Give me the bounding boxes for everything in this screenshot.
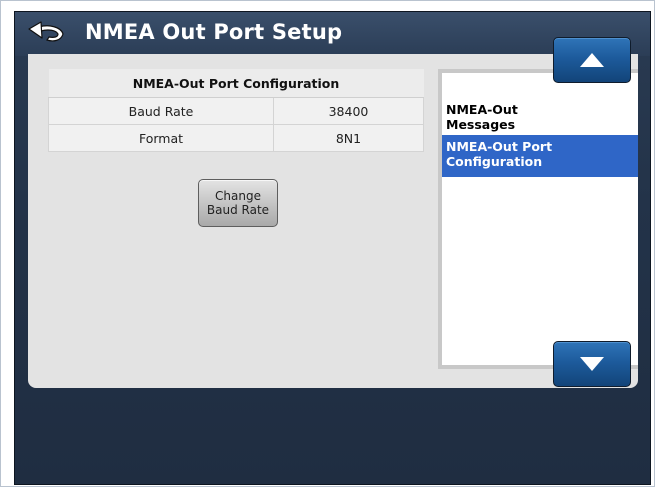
page-title: NMEA Out Port Setup xyxy=(85,20,343,44)
table-cell-label: Baud Rate xyxy=(48,97,274,125)
content-panel: NMEA-Out Port Configuration Baud Rate 38… xyxy=(28,54,638,388)
change-baud-rate-button[interactable]: Change Baud Rate xyxy=(198,179,278,227)
table-cell-label: Format xyxy=(48,124,274,152)
config-table: NMEA-Out Port Configuration Baud Rate 38… xyxy=(48,69,424,152)
back-button[interactable] xyxy=(25,18,71,50)
list-item-nmea-out-messages[interactable]: NMEA-Out Messages xyxy=(442,99,638,135)
change-button-line1: Change xyxy=(215,189,261,203)
scroll-down-button[interactable] xyxy=(553,341,631,387)
table-cell-value: 38400 xyxy=(273,97,424,125)
triangle-down-icon xyxy=(580,357,604,371)
table-cell-value: 8N1 xyxy=(273,124,424,152)
list-item-label-line1: NMEA-Out xyxy=(446,102,518,117)
list-item-label-line2: Configuration xyxy=(446,154,543,169)
table-row: Format 8N1 xyxy=(48,124,424,152)
display-screen: NMEA Out Port Setup NMEA-Out Port Config… xyxy=(14,11,651,485)
table-header-row: NMEA-Out Port Configuration xyxy=(48,69,424,98)
back-arrow-icon xyxy=(28,21,64,42)
list-item-label-line1: NMEA-Out Port xyxy=(446,139,553,154)
list-item-label-line2: Messages xyxy=(446,117,516,132)
scroll-up-button[interactable] xyxy=(553,37,631,83)
table-heading: NMEA-Out Port Configuration xyxy=(48,69,424,98)
triangle-up-icon xyxy=(580,53,604,67)
window-frame: NMEA Out Port Setup NMEA-Out Port Config… xyxy=(0,0,655,487)
table-row: Baud Rate 38400 xyxy=(48,97,424,125)
list-item-nmea-out-port-configuration[interactable]: NMEA-Out Port Configuration xyxy=(442,135,638,177)
menu-list: NMEA-Out Messages NMEA-Out Port Configur… xyxy=(438,69,638,369)
change-button-line2: Baud Rate xyxy=(206,203,270,217)
